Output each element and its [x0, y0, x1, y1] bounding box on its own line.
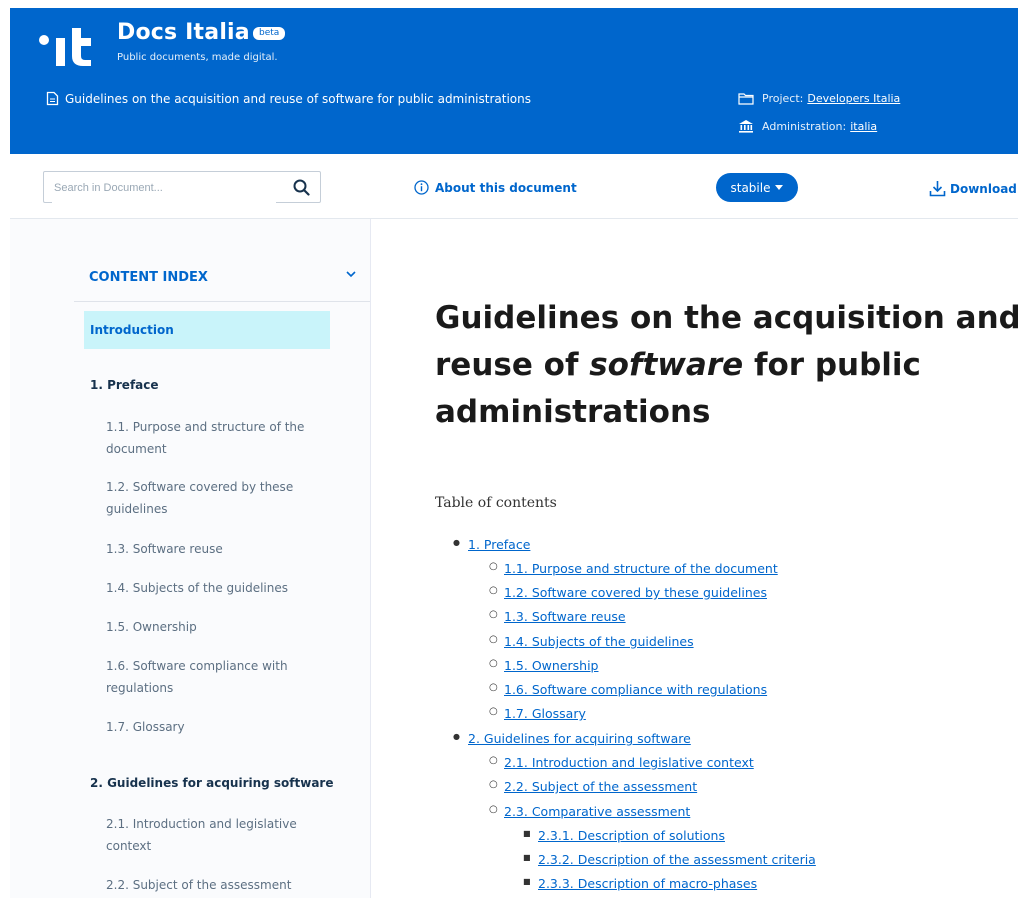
download-link[interactable]: Download	[929, 180, 1017, 197]
toc-item: 2. Guidelines for acquiring software	[453, 731, 691, 746]
toc-item: 1.2. Software covered by these guideline…	[489, 585, 767, 600]
toc-link[interactable]: 1. Preface	[468, 537, 530, 552]
toc-item: 1.3. Software reuse	[489, 609, 626, 624]
project-link[interactable]: Developers Italia	[807, 92, 900, 105]
brand-title[interactable]: Docs Italia	[117, 20, 250, 45]
title-text-emphasis: software	[589, 347, 744, 383]
download-icon	[929, 181, 946, 197]
content-index-sidebar: CONTENT INDEX Introduction 1. Preface 1.…	[10, 219, 371, 898]
toc-link[interactable]: 1.4. Subjects of the guidelines	[504, 634, 694, 649]
download-label: Download	[950, 181, 1017, 196]
version-label: stabile	[730, 180, 771, 195]
administration-link[interactable]: italia	[850, 120, 877, 133]
toc-item: 2.3.3. Description of macro-phases	[523, 876, 757, 891]
toc-link[interactable]: 2.1. Introduction and legislative contex…	[504, 755, 754, 770]
toc-item: 2.3.1. Description of solutions	[523, 828, 725, 843]
beta-badge: beta	[253, 27, 286, 40]
sidebar-item[interactable]: 1.4. Subjects of the guidelines	[106, 577, 316, 599]
sidebar-item-introduction[interactable]: Introduction	[84, 311, 330, 349]
toc-item: 2.3. Comparative assessment	[489, 804, 690, 819]
toc-item: 1.4. Subjects of the guidelines	[489, 634, 694, 649]
info-icon	[414, 180, 429, 195]
document-toolbar: About this document stabile Download	[10, 154, 1018, 219]
toc-item: 1.6. Software compliance with regulation…	[489, 682, 767, 697]
project-line: Project: Developers Italia	[738, 92, 900, 105]
toc-item: 1.7. Glossary	[489, 706, 586, 721]
toc-link[interactable]: 2.2. Subject of the assessment	[504, 779, 697, 794]
search-input[interactable]	[52, 173, 276, 203]
search-icon[interactable]	[293, 179, 310, 196]
about-document-link[interactable]: About this document	[414, 180, 577, 195]
document-icon	[46, 91, 59, 106]
toc-heading: Table of contents	[435, 495, 557, 511]
site-header: Docs Italia beta Public documents, made …	[10, 8, 1018, 154]
content-index-header[interactable]: CONTENT INDEX	[74, 267, 370, 302]
sidebar-item[interactable]: 2.2. Subject of the assessment	[106, 874, 316, 896]
toc-item: 1.5. Ownership	[489, 658, 599, 673]
sidebar-item[interactable]: 1.7. Glossary	[106, 716, 316, 738]
toc-link[interactable]: 1.1. Purpose and structure of the docume…	[504, 561, 778, 576]
document-title: Guidelines on the acquisition and reuse …	[65, 91, 532, 106]
document-main: Guidelines on the acquisition and reuse …	[371, 219, 1018, 898]
toc-item: 2.2. Subject of the assessment	[489, 779, 697, 794]
toc-link[interactable]: 2.3.2. Description of the assessment cri…	[538, 852, 816, 867]
toc-link[interactable]: 2.3. Comparative assessment	[504, 804, 690, 819]
sidebar-item[interactable]: 1.3. Software reuse	[106, 538, 316, 560]
institution-icon	[739, 120, 753, 133]
caret-down-icon	[775, 185, 784, 190]
sidebar-item[interactable]: 2.1. Introduction and legislative contex…	[106, 813, 316, 857]
toc-item: 1. Preface	[453, 537, 531, 552]
page-title: Guidelines on the acquisition and reuse …	[435, 295, 1018, 436]
toc-link[interactable]: 1.7. Glossary	[504, 706, 586, 721]
sidebar-item[interactable]: 1.1. Purpose and structure of the docume…	[106, 416, 316, 460]
toc-link[interactable]: 1.6. Software compliance with regulation…	[504, 682, 767, 697]
sidebar-item[interactable]: 1.5. Ownership	[106, 616, 316, 638]
toc-link[interactable]: 1.2. Software covered by these guideline…	[504, 585, 767, 600]
administration-label: Administration:	[762, 119, 847, 133]
search-box	[43, 171, 321, 203]
document-title-line: Guidelines on the acquisition and reuse …	[46, 91, 531, 106]
toc-link[interactable]: 1.5. Ownership	[504, 658, 598, 673]
about-document-label: About this document	[435, 180, 577, 195]
administration-line: Administration: italia	[738, 119, 877, 133]
version-dropdown[interactable]: stabile	[716, 173, 798, 202]
content-index-title: CONTENT INDEX	[89, 270, 208, 285]
sidebar-item[interactable]: 1.2. Software covered by these guideline…	[106, 476, 316, 520]
toc-link[interactable]: 2. Guidelines for acquiring software	[468, 731, 691, 746]
folder-icon	[738, 93, 754, 105]
toc-link[interactable]: 2.3.3. Description of macro-phases	[538, 876, 757, 891]
chevron-down-icon[interactable]	[346, 271, 356, 278]
sidebar-section-preface[interactable]: 1. Preface	[90, 378, 159, 392]
it-logo-icon[interactable]	[38, 22, 98, 70]
brand-tagline: Public documents, made digital.	[117, 52, 278, 63]
toc-link[interactable]: 2.3.1. Description of solutions	[538, 828, 725, 843]
toc-item: 1.1. Purpose and structure of the docume…	[489, 561, 778, 576]
sidebar-section-acquiring[interactable]: 2. Guidelines for acquiring software	[90, 776, 334, 790]
toc-item: 2.3.2. Description of the assessment cri…	[523, 852, 816, 867]
sidebar-item[interactable]: 1.6. Software compliance with regulation…	[106, 655, 316, 699]
toc-link[interactable]: 1.3. Software reuse	[504, 609, 626, 624]
toc-item: 2.1. Introduction and legislative contex…	[489, 755, 754, 770]
project-label: Project:	[762, 92, 804, 105]
